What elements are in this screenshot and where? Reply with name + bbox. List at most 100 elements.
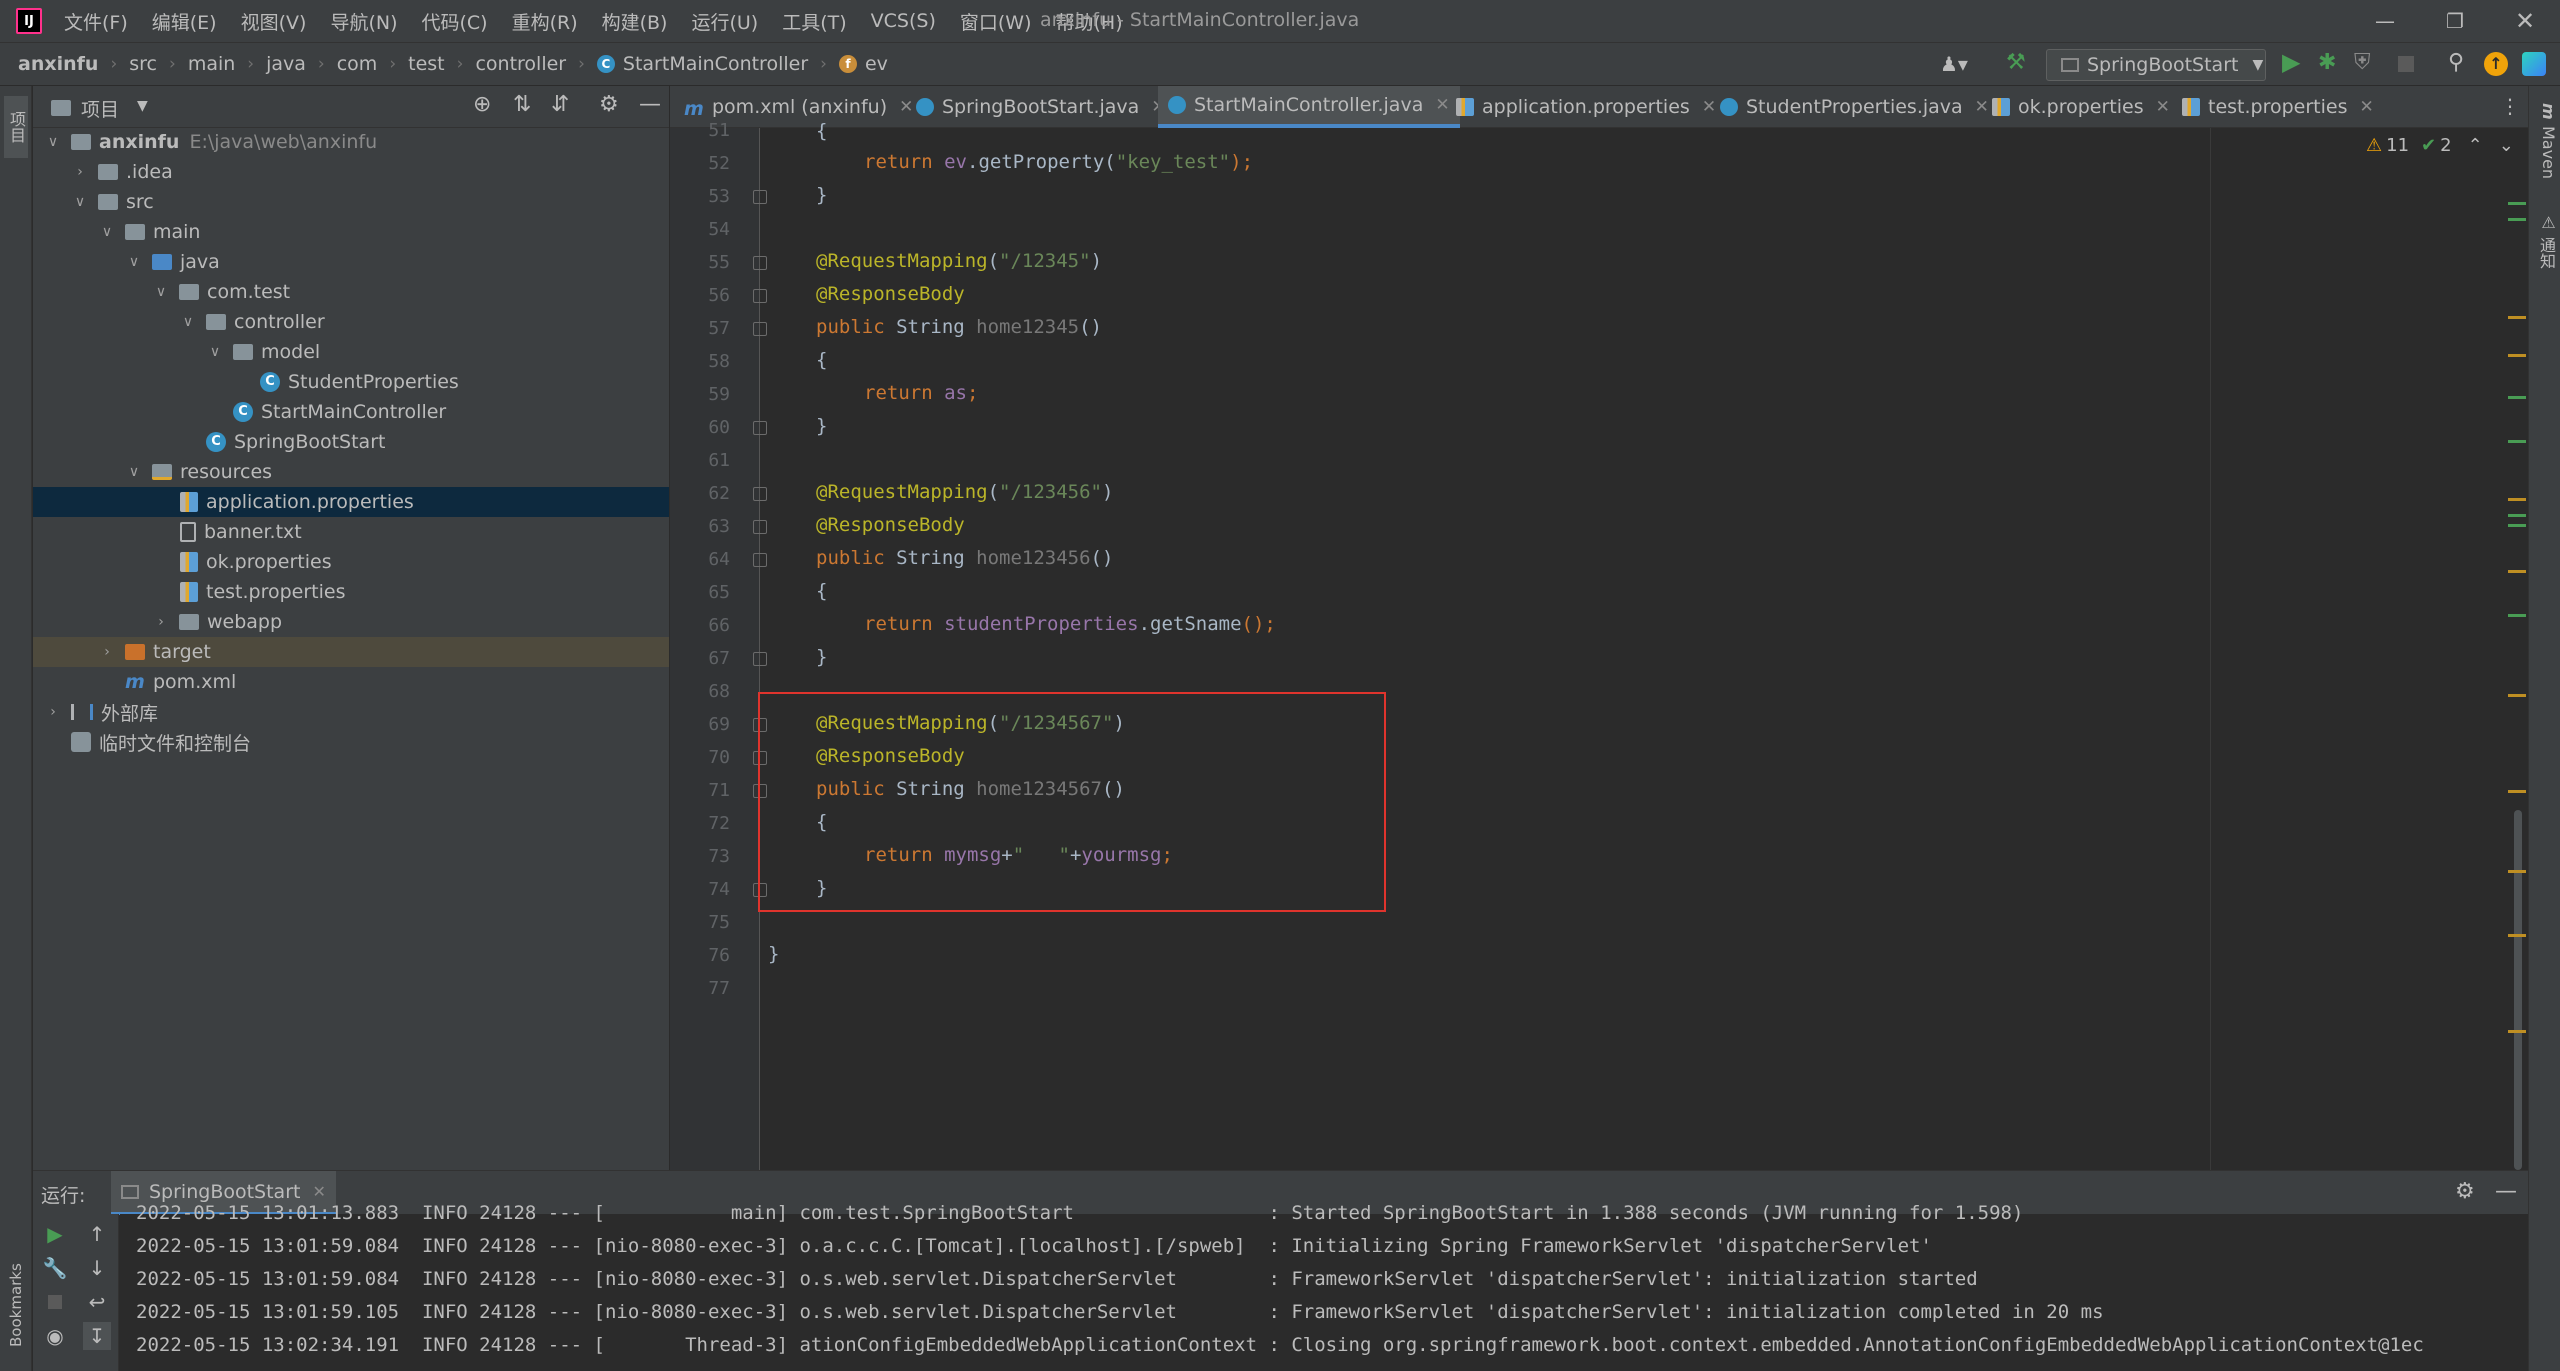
- close-tab-icon[interactable]: ✕: [2360, 97, 2374, 117]
- gear-icon[interactable]: ⚙: [2455, 1179, 2475, 1204]
- error-stripe-marker[interactable]: [2508, 790, 2526, 793]
- breadcrumb-main[interactable]: main: [188, 53, 235, 75]
- chevron-down-icon[interactable]: ⌄: [2499, 135, 2514, 156]
- fold-marker-icon[interactable]: [753, 553, 767, 567]
- error-stripe-marker[interactable]: [2508, 354, 2526, 357]
- tree-item-pom-xml[interactable]: m pom.xml: [33, 667, 669, 697]
- menu-view[interactable]: 视图(V): [241, 8, 307, 35]
- menu-refactor[interactable]: 重构(R): [512, 8, 578, 35]
- project-tool-tab[interactable]: 项目: [4, 96, 28, 158]
- tree-item-scratches[interactable]: 临时文件和控制台: [33, 727, 669, 757]
- tree-item-main[interactable]: ∨ main: [33, 217, 669, 247]
- tree-item-anxinfu[interactable]: ∨ anxinfu E:\java\web\anxinfu: [33, 127, 669, 157]
- chevron-right-icon[interactable]: ›: [72, 164, 88, 180]
- error-stripe-marker[interactable]: [2508, 514, 2526, 517]
- chevron-down-icon[interactable]: ∨: [153, 284, 169, 300]
- tree-item-resources[interactable]: ∨ resources: [33, 457, 669, 487]
- tab-ok-properties[interactable]: ok.properties ✕: [1982, 86, 2180, 128]
- camera-icon[interactable]: ◉: [41, 1322, 69, 1350]
- tree-item-application-properties[interactable]: application.properties: [33, 487, 669, 517]
- error-stripe-marker[interactable]: [2508, 570, 2526, 573]
- stop-icon[interactable]: [41, 1288, 69, 1316]
- maven-tool-tab[interactable]: m Maven: [2530, 96, 2558, 186]
- error-stripe-marker[interactable]: [2508, 498, 2526, 501]
- search-icon[interactable]: ⚲: [2448, 50, 2464, 75]
- fold-marker-icon[interactable]: [753, 289, 767, 303]
- tree-item-model[interactable]: ∨ model: [33, 337, 669, 367]
- chevron-down-icon[interactable]: ∨: [72, 194, 88, 210]
- chevron-down-icon[interactable]: ∨: [99, 224, 115, 240]
- breadcrumb-com[interactable]: com: [337, 53, 378, 75]
- more-tabs-icon[interactable]: ⋮: [2500, 94, 2520, 118]
- scrollbar-thumb[interactable]: [2514, 810, 2522, 1170]
- fold-marker-icon[interactable]: [753, 256, 767, 270]
- locate-icon[interactable]: ⊕: [473, 92, 491, 117]
- tree-item-external-libraries[interactable]: › 外部库: [33, 697, 669, 727]
- tree-item-banner-txt[interactable]: banner.txt: [33, 517, 669, 547]
- tree-item-java[interactable]: ∨ java: [33, 247, 669, 277]
- minimize-button[interactable]: —: [2350, 0, 2420, 42]
- menu-build[interactable]: 构建(B): [602, 8, 668, 35]
- menu-tools[interactable]: 工具(T): [782, 8, 846, 35]
- hide-panel-icon[interactable]: —: [639, 92, 661, 117]
- tab-studentproperties[interactable]: StudentProperties.java ✕: [1710, 86, 1999, 128]
- error-stripe-marker[interactable]: [2508, 316, 2526, 319]
- hide-panel-icon[interactable]: —: [2495, 1179, 2517, 1204]
- close-tab-icon[interactable]: ✕: [312, 1182, 325, 1201]
- menu-window[interactable]: 窗口(W): [960, 8, 1032, 35]
- down-arrow-icon[interactable]: ↓: [83, 1254, 111, 1282]
- tree-item-src[interactable]: ∨ src: [33, 187, 669, 217]
- chevron-down-icon[interactable]: ∨: [126, 254, 142, 270]
- tree-item-test-properties[interactable]: test.properties: [33, 577, 669, 607]
- tree-item-springbootstart[interactable]: C SpringBootStart: [33, 427, 669, 457]
- stop-icon[interactable]: [2398, 56, 2414, 72]
- error-stripe-marker[interactable]: [2508, 614, 2526, 617]
- chevron-up-icon[interactable]: ⌃: [2468, 135, 2483, 156]
- close-tab-icon[interactable]: ✕: [2156, 97, 2170, 117]
- error-stripe-marker[interactable]: [2508, 1030, 2526, 1033]
- chevron-down-icon[interactable]: ∨: [126, 464, 142, 480]
- tree-item-controller[interactable]: ∨ controller: [33, 307, 669, 337]
- notifications-tool-tab[interactable]: ⚠ 通知: [2530, 206, 2558, 276]
- tab-application-properties[interactable]: application.properties ✕: [1446, 86, 1726, 128]
- tree-item-idea[interactable]: › .idea: [33, 157, 669, 187]
- debug-icon[interactable]: ✱: [2318, 50, 2336, 75]
- run-icon[interactable]: ▶: [2282, 48, 2300, 76]
- fold-marker-icon[interactable]: [753, 652, 767, 666]
- chevron-right-icon[interactable]: ›: [45, 704, 61, 720]
- fold-marker-icon[interactable]: [753, 322, 767, 336]
- wrench-icon[interactable]: 🔧: [41, 1254, 69, 1282]
- inspections-widget[interactable]: ⚠ 11 ✔ 2 ⌃ ⌄: [2366, 135, 2514, 156]
- breadcrumb-src[interactable]: src: [129, 53, 157, 75]
- breadcrumb-test[interactable]: test: [408, 53, 445, 75]
- error-stripe-marker[interactable]: [2508, 524, 2526, 527]
- error-stripe-marker[interactable]: [2508, 934, 2526, 937]
- chevron-right-icon[interactable]: ›: [153, 614, 169, 630]
- ide-logo-icon[interactable]: [2522, 52, 2546, 76]
- tab-startmaincontroller[interactable]: StartMainController.java ✕: [1158, 86, 1460, 128]
- tree-item-webapp[interactable]: › webapp: [33, 607, 669, 637]
- soft-wrap-icon[interactable]: ↩: [83, 1288, 111, 1316]
- menu-code[interactable]: 代码(C): [421, 8, 487, 35]
- rerun-icon[interactable]: ▶: [41, 1220, 69, 1248]
- project-panel-title[interactable]: 项目: [81, 95, 119, 122]
- expand-all-icon[interactable]: ⇅: [513, 92, 531, 117]
- menu-file[interactable]: 文件(F): [64, 8, 128, 35]
- fold-marker-icon[interactable]: [753, 190, 767, 204]
- up-arrow-icon[interactable]: ↑: [83, 1220, 111, 1248]
- coverage-icon[interactable]: ⛨: [2354, 50, 2371, 75]
- build-hammer-icon[interactable]: ⚒: [2006, 50, 2032, 76]
- collapse-all-icon[interactable]: ⇵: [551, 92, 569, 117]
- error-stripe-marker[interactable]: [2508, 694, 2526, 697]
- update-icon[interactable]: ↑: [2484, 52, 2508, 76]
- fold-marker-icon[interactable]: [753, 520, 767, 534]
- tree-item-ok-properties[interactable]: ok.properties: [33, 547, 669, 577]
- fold-marker-icon[interactable]: [753, 487, 767, 501]
- chevron-right-icon[interactable]: ›: [99, 644, 115, 660]
- error-stripe-marker[interactable]: [2508, 218, 2526, 221]
- run-configuration-select[interactable]: SpringBootStart ▼: [2046, 49, 2266, 81]
- tab-test-properties[interactable]: test.properties ✕: [2172, 86, 2384, 128]
- close-window-button[interactable]: ✕: [2490, 0, 2560, 42]
- menu-vcs[interactable]: VCS(S): [871, 10, 936, 32]
- menu-navigate[interactable]: 导航(N): [330, 8, 397, 35]
